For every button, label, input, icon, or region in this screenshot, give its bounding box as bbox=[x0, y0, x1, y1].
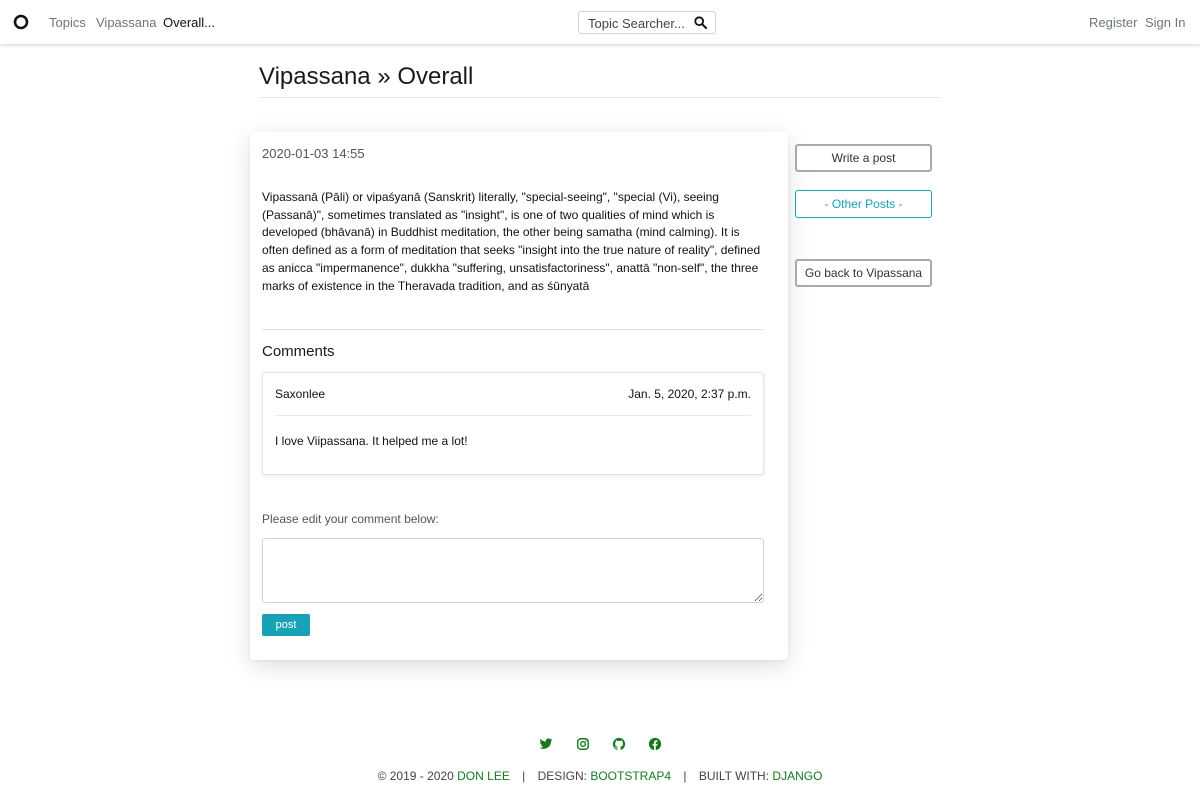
ring-logo-icon[interactable] bbox=[13, 14, 29, 30]
comments-heading: Comments bbox=[262, 343, 335, 360]
topic-search-input[interactable] bbox=[588, 16, 696, 31]
footer-built-link[interactable]: DJANGO bbox=[772, 769, 822, 783]
post-comment-button[interactable]: post bbox=[262, 614, 310, 636]
comment-text: I love Viipassana. It helped me a lot! bbox=[275, 434, 468, 448]
register-link[interactable]: Register bbox=[1089, 15, 1137, 30]
footer-built-label: BUILT WITH: bbox=[698, 769, 770, 783]
footer-copyright: © 2019 - 2020 bbox=[377, 769, 454, 783]
post-divider bbox=[262, 329, 764, 330]
github-icon[interactable] bbox=[612, 737, 626, 751]
other-posts-button[interactable]: - Other Posts - bbox=[795, 190, 932, 218]
footer-design-label: DESIGN: bbox=[537, 769, 587, 783]
twitter-icon[interactable] bbox=[539, 737, 553, 751]
footer-credits: © 2019 - 2020 DON LEE | DESIGN: BOOTSTRA… bbox=[0, 769, 1200, 783]
page-title: Vipassana » Overall bbox=[259, 63, 474, 90]
nav-link-topics[interactable]: Topics bbox=[49, 15, 86, 30]
comment-timestamp: Jan. 5, 2020, 2:37 p.m. bbox=[628, 387, 751, 401]
topic-search-box bbox=[578, 11, 716, 34]
footer-author-link[interactable]: DON LEE bbox=[457, 769, 510, 783]
top-navbar: Topics Vipassana Overall... Register Sig… bbox=[0, 0, 1200, 44]
footer-design-link[interactable]: BOOTSTRAP4 bbox=[590, 769, 671, 783]
comment-divider bbox=[275, 415, 751, 416]
comment-item: Saxonlee Jan. 5, 2020, 2:37 p.m. I love … bbox=[262, 372, 764, 475]
post-body: Vipassanā (Pāli) or vipaśyanā (Sanskrit)… bbox=[262, 190, 761, 293]
comment-textarea[interactable] bbox=[262, 538, 764, 603]
search-icon[interactable] bbox=[694, 16, 707, 29]
post-card: 2020-01-03 14:55 Vipassanā (Pāli) or vip… bbox=[250, 132, 788, 660]
nav-link-vipassana[interactable]: Vipassana bbox=[96, 15, 156, 30]
post-date: 2020-01-03 14:55 bbox=[262, 146, 365, 161]
facebook-icon[interactable] bbox=[648, 737, 662, 751]
sign-in-link[interactable]: Sign In bbox=[1145, 15, 1185, 30]
go-back-button[interactable]: Go back to Vipassana bbox=[795, 259, 932, 287]
footer-separator: | bbox=[683, 769, 687, 783]
title-divider bbox=[259, 97, 941, 98]
footer-separator: | bbox=[522, 769, 526, 783]
edit-comment-label: Please edit your comment below: bbox=[262, 512, 439, 526]
write-post-button[interactable]: Write a post bbox=[795, 144, 932, 172]
instagram-icon[interactable] bbox=[576, 737, 590, 751]
comment-author: Saxonlee bbox=[275, 387, 326, 401]
nav-link-overall[interactable]: Overall... bbox=[163, 15, 215, 30]
